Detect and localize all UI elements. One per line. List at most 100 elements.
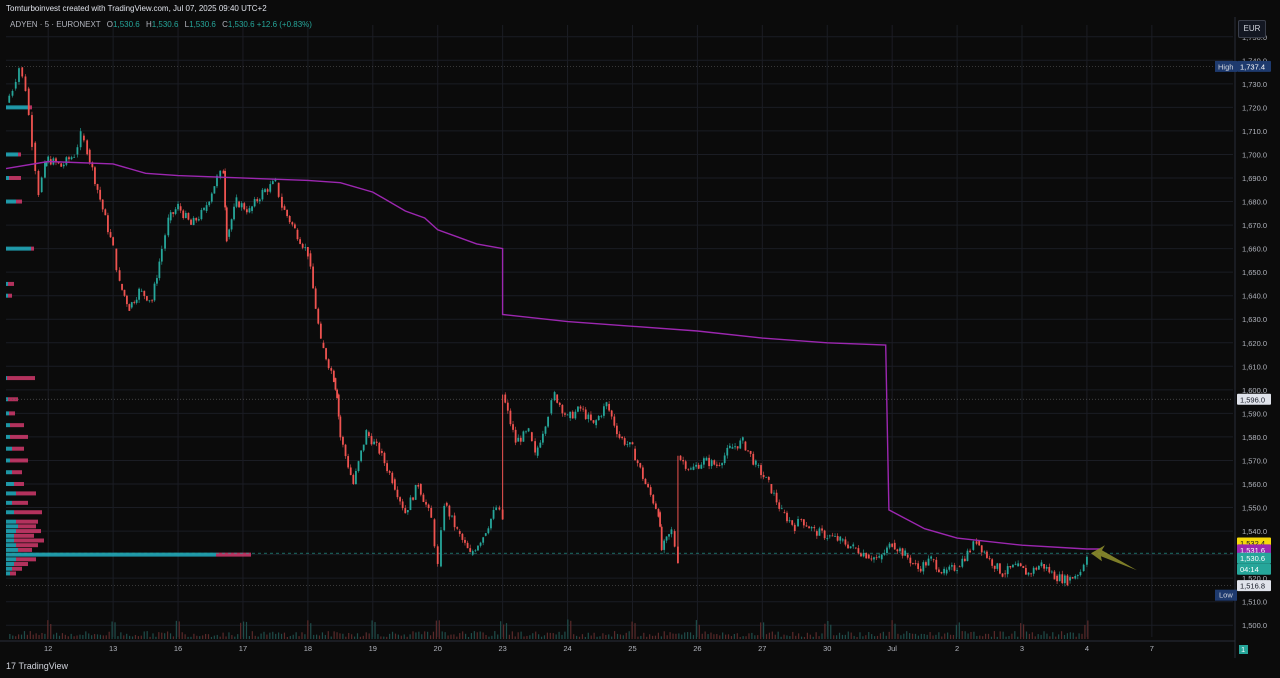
candle-body: [956, 570, 958, 571]
tradingview-logo[interactable]: 17 TradingView: [6, 661, 68, 671]
y-tick-label: 1,550.0: [1242, 504, 1267, 513]
volume-profile-up-bar: [6, 547, 18, 552]
candle-body: [1043, 564, 1045, 569]
candle-body: [760, 465, 762, 476]
y-tick-label: 1,710.0: [1242, 127, 1267, 136]
candle-body: [492, 509, 495, 519]
candle-body: [608, 403, 611, 411]
volume-bar: [278, 632, 280, 639]
volume-bar: [473, 631, 475, 639]
candle-body: [950, 565, 953, 567]
candle-body: [823, 530, 826, 539]
candle-body: [584, 409, 587, 420]
tradingview-logo-text: TradingView: [18, 661, 69, 671]
candle-body: [679, 455, 682, 460]
volume-bar: [158, 632, 160, 639]
candle-body: [710, 460, 713, 467]
volume-bar: [748, 633, 750, 639]
candle-body: [880, 554, 883, 560]
volume-bar: [1078, 633, 1080, 639]
candle-body: [370, 436, 373, 445]
candle-body: [225, 207, 228, 242]
price-chart[interactable]: 1,500.01,510.01,520.01,530.01,540.01,550…: [0, 17, 1280, 658]
volume-bar: [44, 633, 46, 639]
candle-body: [60, 163, 63, 167]
volume-bar: [324, 634, 326, 639]
candle-body: [826, 538, 829, 539]
candle-body: [561, 404, 564, 414]
volume-bar: [275, 633, 277, 639]
volume-profile-up-bar: [6, 562, 14, 567]
volume-bar: [663, 631, 665, 639]
candle-body: [749, 450, 752, 454]
candle-body: [73, 156, 76, 158]
candle-body: [45, 162, 48, 167]
volume-bar: [301, 632, 303, 639]
candle-body: [721, 463, 723, 466]
volume-bar: [932, 635, 934, 639]
symbol-legend: ADYEN · 5 · EURONEXT O1,530.6 H1,530.6 L…: [10, 20, 312, 29]
volume-bar: [681, 634, 683, 639]
y-tick-label: 1,620.0: [1242, 339, 1267, 348]
volume-bar: [812, 636, 814, 639]
volume-bar: [321, 632, 324, 639]
volume-bar: [266, 634, 268, 639]
volume-bar: [581, 634, 584, 639]
volume-bar: [202, 635, 204, 639]
candle-body: [600, 415, 603, 417]
candle-body: [708, 457, 710, 467]
volume-bar: [1087, 620, 1089, 639]
volume-bar: [698, 624, 700, 639]
y-tick-label: 1,630.0: [1242, 315, 1267, 324]
volume-bar: [821, 633, 823, 639]
candle-body: [668, 534, 670, 537]
volume-profile-down-bar: [10, 434, 28, 439]
candle-body: [1074, 576, 1077, 579]
candle-body: [1056, 575, 1058, 582]
candle-body: [641, 467, 644, 479]
volume-bar: [199, 636, 201, 639]
candle-body: [621, 436, 623, 439]
candle-body: [983, 551, 986, 553]
candle-body: [610, 410, 613, 417]
volume-bar: [85, 631, 87, 639]
candle-body: [870, 558, 873, 560]
high-value: 1,530.6: [151, 20, 179, 29]
volume-bar: [993, 631, 995, 639]
volume-bar: [882, 631, 884, 639]
volume-bar: [535, 631, 537, 639]
candle-body: [684, 461, 687, 469]
volume-bar: [456, 636, 458, 639]
candle-body: [1048, 566, 1051, 573]
volume-bar: [111, 621, 113, 639]
volume-bar: [406, 636, 408, 639]
volume-bar: [286, 636, 288, 639]
candle-body: [115, 248, 118, 271]
candle-body: [1037, 566, 1040, 570]
volume-bar: [29, 631, 31, 639]
open-value: 1,530.6: [113, 20, 140, 29]
volume-bar: [733, 633, 735, 639]
candle-body: [112, 237, 115, 246]
candle-body: [786, 512, 788, 522]
low-price-tag: 1,516.8: [1240, 582, 1265, 591]
volume-bar: [117, 636, 119, 639]
volume-bar: [640, 635, 642, 639]
currency-button[interactable]: EUR: [1238, 20, 1266, 38]
candle-body: [579, 406, 582, 409]
candle-body: [754, 460, 757, 465]
candle-body: [296, 229, 299, 240]
x-tick-label: 18: [304, 644, 312, 653]
candle-body: [1066, 575, 1069, 586]
candle-body: [556, 394, 559, 403]
candle-body: [1058, 574, 1061, 582]
candle-body: [37, 170, 40, 196]
candle-body: [660, 526, 663, 551]
volume-profile-down-bar: [14, 533, 34, 538]
volume-bar: [982, 636, 984, 639]
volume-bar: [859, 632, 861, 639]
candle-body: [190, 219, 192, 225]
volume-bar: [295, 632, 297, 639]
change-value: +12.6 (+0.83%): [256, 20, 312, 29]
volume-bar: [105, 635, 107, 639]
